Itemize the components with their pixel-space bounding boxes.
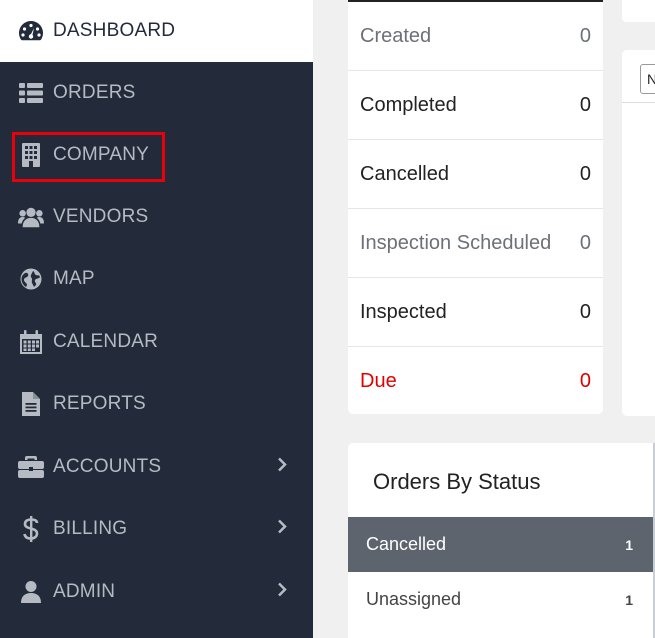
sidebar-item-vendors[interactable]: VENDORS: [0, 186, 313, 248]
sidebar-item-label: MAP: [53, 268, 95, 289]
sidebar-item-label: ADMIN: [53, 581, 116, 602]
row-label: Cancelled: [366, 534, 447, 554]
row-count: 1: [625, 591, 633, 608]
status-label: Inspected: [360, 300, 447, 323]
sidebar-item-label: DASHBOARD: [53, 20, 176, 41]
orders-status-row-cancelled[interactable]: Cancelled 1: [348, 517, 653, 572]
sidebar-item-label: VENDORS: [53, 206, 149, 227]
row-label: Unassigned: [366, 589, 462, 609]
sidebar-item-map[interactable]: MAP: [0, 248, 313, 310]
right-panel-card: N: [622, 50, 655, 416]
building-icon: [18, 142, 44, 168]
row-count: 1: [625, 536, 633, 553]
calendar-icon: [18, 329, 44, 355]
top-right-card: [622, 0, 655, 22]
sidebar-item-reports[interactable]: REPORTS: [0, 373, 313, 435]
status-label: Created: [360, 24, 432, 47]
status-count: 0: [579, 370, 591, 392]
status-row-completed[interactable]: Completed 0: [348, 71, 603, 140]
globe-icon: [18, 266, 44, 292]
sidebar-item-billing[interactable]: BILLING: [0, 498, 313, 560]
chevron-right-icon: [277, 582, 287, 603]
sidebar-item-company[interactable]: COMPANY: [0, 124, 313, 186]
sidebar-item-accounts[interactable]: ACCOUNTS: [0, 436, 313, 498]
dollar-icon: [18, 516, 44, 542]
order-status-summary-card: Created 0 Completed 0 Cancelled 0 Inspec…: [348, 0, 603, 414]
card-title: Orders By Status: [373, 469, 541, 494]
status-row-inspection-scheduled[interactable]: Inspection Scheduled 0: [348, 209, 603, 278]
sidebar-item-label: COMPANY: [53, 144, 150, 165]
status-row-inspected[interactable]: Inspected 0: [348, 278, 603, 347]
divider: [622, 102, 655, 103]
status-label: Due: [360, 370, 397, 392]
briefcase-icon: [18, 454, 44, 480]
sidebar-item-orders[interactable]: ORDERS: [0, 62, 313, 124]
status-count: 0: [579, 93, 591, 116]
status-count: 0: [579, 231, 591, 254]
orders-status-row-unassigned[interactable]: Unassigned 1: [348, 572, 653, 627]
sidebar: DASHBOARD ORDERS COMPANY VENDORS MAP CAL…: [0, 0, 313, 638]
sidebar-item-admin[interactable]: ADMIN: [0, 561, 313, 623]
status-count: 0: [579, 24, 591, 47]
sidebar-item-label: ACCOUNTS: [53, 456, 162, 477]
sidebar-item-label: REPORTS: [53, 393, 146, 414]
sidebar-item-calendar[interactable]: CALENDAR: [0, 311, 313, 373]
status-label: Cancelled: [360, 162, 449, 185]
chevron-right-icon: [277, 519, 287, 540]
dashboard-gauge-icon: [18, 18, 44, 44]
status-count: 0: [579, 162, 591, 185]
status-label: Inspection Scheduled: [360, 231, 552, 254]
chevron-right-icon: [277, 457, 287, 478]
orders-by-status-card: Orders By Status Cancelled 1 Unassigned …: [348, 443, 655, 638]
file-icon: [18, 391, 44, 417]
user-icon: [18, 579, 44, 605]
status-row-cancelled[interactable]: Cancelled 0: [348, 140, 603, 209]
users-icon: [18, 204, 44, 230]
sidebar-item-label: CALENDAR: [53, 331, 159, 352]
status-label: Completed: [360, 93, 457, 116]
list-icon: [18, 80, 44, 106]
status-count: 0: [579, 300, 591, 323]
sidebar-item-label: BILLING: [53, 518, 128, 539]
period-select[interactable]: N: [640, 64, 655, 94]
sidebar-item-label: ORDERS: [53, 82, 136, 103]
status-row-due[interactable]: Due 0: [348, 347, 603, 416]
status-row-created[interactable]: Created 0: [348, 2, 603, 71]
sidebar-item-dashboard[interactable]: DASHBOARD: [0, 0, 313, 62]
